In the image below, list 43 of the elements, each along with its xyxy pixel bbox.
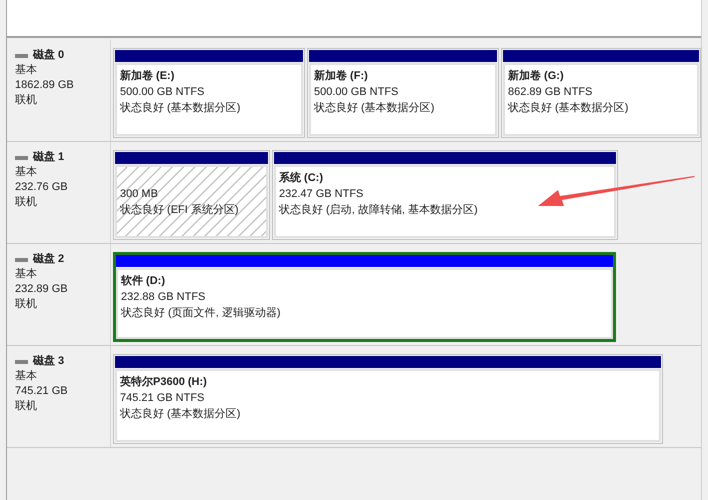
disk-type: 基本 [15,267,38,282]
partition-status: 状态良好 (启动, 故障转储, 基本数据分区) [279,202,479,218]
partition-status: 状态良好 (EFI 系统分区) [120,202,240,218]
disk-status: 联机 [15,93,38,108]
partition-label: 新加卷 (F:) [314,68,369,84]
disk-status: 联机 [15,399,38,414]
partition[interactable]: 新加卷 (G:) 862.89 GB NTFS 状态良好 (基本数据分区) [501,48,701,138]
partition-label: 软件 (D:) [121,274,166,289]
partition-status: 状态良好 (基本数据分区) [508,100,630,116]
partition-size: 500.00 GB NTFS [120,85,206,100]
partition[interactable]: 新加卷 (E:) 500.00 GB NTFS 状态良好 (基本数据分区) [113,48,305,138]
disk-size: 745.21 GB [15,384,69,399]
partition-status: 状态良好 (基本数据分区) [120,100,242,116]
partition-status: 状态良好 (基本数据分区) [314,100,436,116]
disk-type: 基本 [15,165,38,180]
partition-size: 232.47 GB NTFS [279,187,364,202]
partition[interactable]: 系统 (C:) 232.47 GB NTFS 状态良好 (启动, 故障转储, 基本数据分区) [272,150,618,240]
partition-status: 状态良好 (基本数据分区) [120,406,242,422]
disk-status: 联机 [15,297,38,312]
partition[interactable]: 软件 (D:) 232.88 GB NTFS 状态良好 (页面文件, 逻辑驱动器) [113,252,616,342]
disk-name: 磁盘 2 [33,252,64,267]
partition-label: 新加卷 (G:) [508,68,565,84]
disk-status: 联机 [15,195,38,210]
partition-size: 500.00 GB NTFS [314,85,400,100]
partition[interactable]: 300 MB 状态良好 (EFI 系统分区) [113,150,270,240]
partition-status: 状态良好 (页面文件, 逻辑驱动器) [121,306,282,321]
partition-label: 英特尔P3600 (H:) [120,374,208,390]
disk-size: 232.76 GB [15,180,69,195]
partition-label: 系统 (C:) [279,170,324,186]
disk-size: 1862.89 GB [15,78,75,93]
partition-size: 300 MB [120,187,159,202]
disk-size: 232.89 GB [15,282,69,297]
disk-name: 磁盘 3 [33,354,64,369]
partition-size: 232.88 GB NTFS [121,290,206,305]
partition[interactable]: 新加卷 (F:) 500.00 GB NTFS 状态良好 (基本数据分区) [307,48,499,138]
disk-name: 磁盘 1 [33,150,64,165]
partition[interactable]: 英特尔P3600 (H:) 745.21 GB NTFS 状态良好 (基本数据分区) [113,354,663,444]
disk-name: 磁盘 0 [33,48,64,63]
disk-type: 基本 [15,369,38,384]
partition-size: 745.21 GB NTFS [120,391,206,406]
disk-type: 基本 [15,63,38,78]
partition-label: 新加卷 (E:) [120,68,176,84]
partition-size: 862.89 GB NTFS [508,85,594,100]
